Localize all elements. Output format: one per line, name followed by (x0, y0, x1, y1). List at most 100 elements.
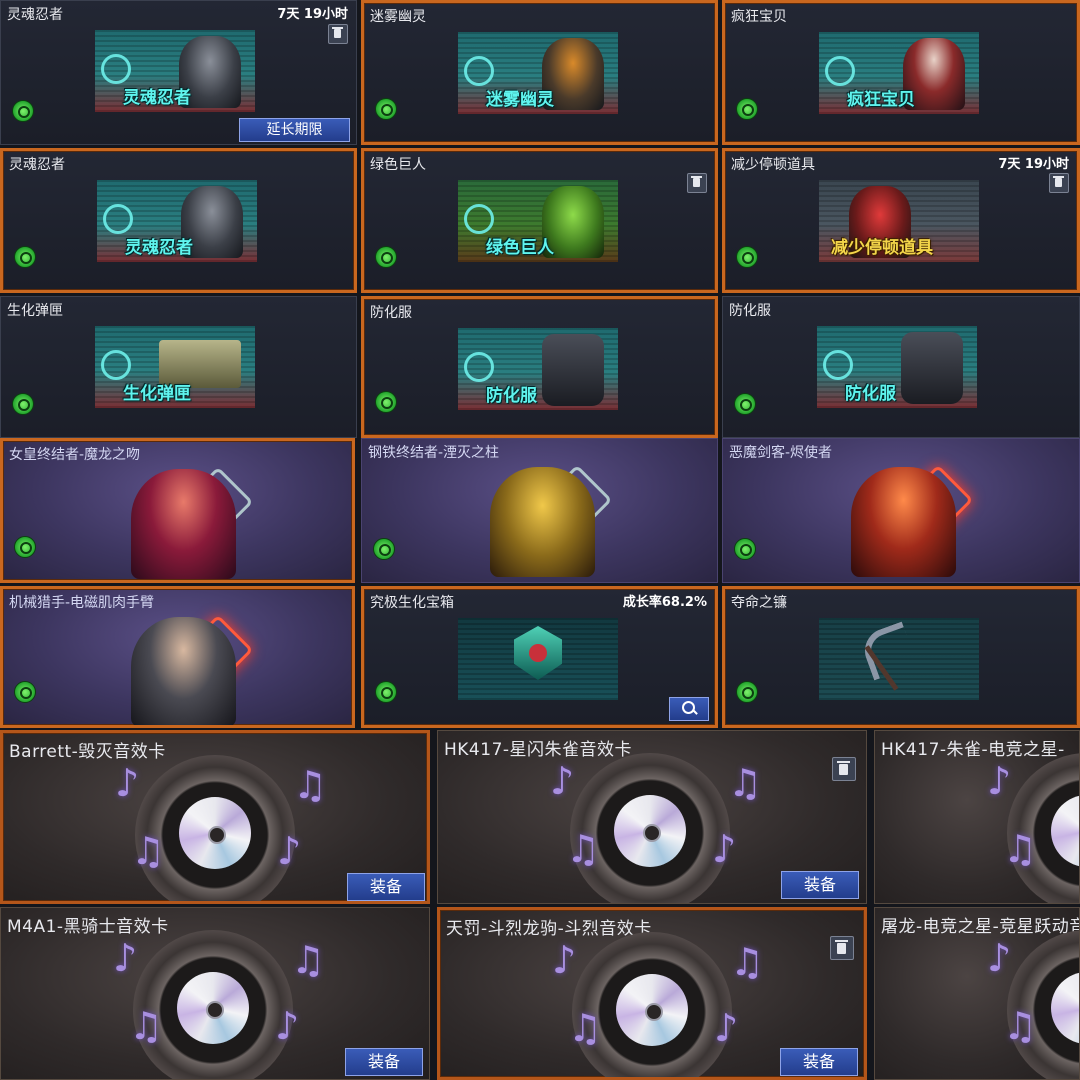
item-card[interactable]: 减少停顿道具 7天 19小时 减少停顿道具 (722, 148, 1080, 293)
equip-button[interactable]: 装备 (345, 1048, 423, 1076)
trash-icon[interactable] (1049, 173, 1069, 193)
equip-button[interactable]: 装备 (780, 1048, 858, 1076)
trash-icon[interactable] (687, 173, 707, 193)
item-title: 灵魂忍者 (7, 7, 63, 23)
item-banner: 防化服 (458, 328, 618, 410)
music-note-icon: ♪ (987, 936, 1012, 980)
cd-icon (616, 974, 688, 1046)
sound-card[interactable]: Barrett-毁灭音效卡 ♪ ♫ ♫ ♪ 装备 (0, 730, 430, 904)
biochem-badge-icon (734, 538, 756, 560)
armor-vest-image (901, 332, 963, 404)
music-note-icon: ♪ (987, 759, 1012, 803)
trash-icon[interactable] (328, 24, 348, 44)
hexagon-icon (464, 204, 494, 234)
biochem-badge-icon (12, 393, 34, 415)
character-image (131, 617, 236, 725)
music-note-icon: ♪ (115, 761, 140, 805)
banner-label: 灵魂忍者 (125, 238, 193, 258)
character-image (131, 469, 236, 579)
banner-label: 防化服 (845, 384, 896, 404)
hexagon-icon (823, 350, 853, 380)
item-banner: 迷雾幽灵 (458, 32, 618, 114)
cd-icon (614, 795, 686, 867)
item-banner: 疯狂宝贝 (819, 32, 979, 114)
expiry-timer: 7天 19小时 (998, 157, 1069, 172)
music-note-icon: ♫ (1003, 1004, 1038, 1048)
item-card[interactable]: 灵魂忍者 7天 19小时 灵魂忍者 延长期限 (0, 0, 357, 145)
equip-button[interactable]: 装备 (347, 873, 425, 901)
cd-icon (177, 972, 249, 1044)
item-banner: 绿色巨人 (458, 180, 618, 262)
item-card[interactable]: 绿色巨人 绿色巨人 (361, 148, 718, 293)
banner-label: 防化服 (486, 386, 537, 406)
item-card[interactable]: 迷雾幽灵 迷雾幽灵 (361, 0, 718, 145)
item-title: 究极生化宝箱 (370, 595, 454, 611)
sound-card[interactable]: M4A1-黑骑士音效卡 ♪ ♫ ♫ ♪ 装备 (0, 907, 430, 1080)
music-note-icon: ♪ (712, 827, 737, 871)
biochem-badge-icon (12, 100, 34, 122)
item-card[interactable]: 夺命之镰 (722, 586, 1080, 728)
biochem-badge-icon (375, 681, 397, 703)
item-title: 生化弹匣 (7, 303, 63, 319)
sound-card[interactable]: 屠龙-电竞之星-竞星跃动音 ♪ ♫ (874, 907, 1080, 1080)
item-banner: 减少停顿道具 (819, 180, 979, 262)
biochem-badge-icon (734, 393, 756, 415)
character-card[interactable]: 恶魔剑客-烬使者 (722, 438, 1080, 583)
magnifier-icon[interactable] (669, 697, 709, 721)
biochem-badge-icon (373, 538, 395, 560)
growth-rate-label: 成长率68.2% (622, 595, 707, 610)
item-title: 减少停顿道具 (731, 157, 815, 173)
sound-card-title: HK417-星闪朱雀音效卡 (444, 740, 633, 760)
character-card[interactable]: 女皇终结者-魔龙之吻 (0, 438, 355, 583)
item-title: 灵魂忍者 (9, 157, 65, 173)
sound-card[interactable]: HK417-星闪朱雀音效卡 ♪ ♫ ♫ ♪ 装备 (437, 730, 867, 904)
item-title: 恶魔剑客-烬使者 (729, 445, 833, 461)
music-note-icon: ♪ (275, 1004, 300, 1048)
scythe-banner (819, 618, 979, 700)
biochem-badge-icon (14, 536, 36, 558)
hexagon-icon (101, 350, 131, 380)
sound-card[interactable]: HK417-朱雀-电竞之星- ♪ ♫ (874, 730, 1080, 904)
music-note-icon: ♫ (568, 1006, 603, 1050)
item-card[interactable]: 生化弹匣 生化弹匣 (0, 296, 357, 438)
music-note-icon: ♫ (131, 829, 166, 873)
item-banner: 灵魂忍者 (95, 30, 255, 112)
hexagon-icon (464, 56, 494, 86)
item-banner: 防化服 (817, 326, 977, 408)
cd-icon (179, 797, 251, 869)
biochem-badge-icon (375, 391, 397, 413)
music-note-icon: ♪ (113, 936, 138, 980)
item-banner: 生化弹匣 (95, 326, 255, 408)
biochem-badge-icon (375, 246, 397, 268)
item-card[interactable]: 究极生化宝箱 成长率68.2% (361, 586, 718, 728)
heart-icon (529, 644, 547, 662)
music-note-icon: ♫ (728, 761, 763, 805)
item-card[interactable]: 灵魂忍者 灵魂忍者 (0, 148, 357, 293)
music-note-icon: ♫ (291, 938, 326, 982)
biochem-badge-icon (375, 98, 397, 120)
trash-icon[interactable] (830, 936, 854, 960)
item-card[interactable]: 疯狂宝贝 疯狂宝贝 (722, 0, 1080, 145)
item-card[interactable]: 防化服 防化服 (361, 296, 718, 438)
biochem-badge-icon (736, 246, 758, 268)
biochem-badge-icon (736, 681, 758, 703)
character-image (851, 467, 956, 577)
item-title: 女皇终结者-魔龙之吻 (9, 447, 141, 463)
sound-card[interactable]: 天罚-斗烈龙驹-斗烈音效卡 ♪ ♫ ♫ ♪ 装备 (437, 907, 867, 1080)
equip-button[interactable]: 装备 (781, 871, 859, 899)
character-card[interactable]: 机械猎手-电磁肌肉手臂 (0, 586, 355, 728)
extend-duration-button[interactable]: 延长期限 (239, 118, 350, 142)
sound-card-title: 天罚-斗烈龙驹-斗烈音效卡 (446, 919, 652, 939)
item-title: 夺命之镰 (731, 595, 787, 611)
item-title: 绿色巨人 (370, 157, 426, 173)
sound-card-title: Barrett-毁灭音效卡 (9, 742, 166, 762)
hexagon-icon (464, 352, 494, 382)
item-title: 疯狂宝贝 (731, 9, 787, 25)
sound-card-title: M4A1-黑骑士音效卡 (7, 917, 169, 937)
trash-icon[interactable] (832, 757, 856, 781)
biochem-badge-icon (736, 98, 758, 120)
item-card[interactable]: 防化服 防化服 (722, 296, 1080, 438)
expiry-timer: 7天 19小时 (277, 7, 348, 22)
character-card[interactable]: 钢铁终结者-湮灭之柱 (361, 438, 718, 583)
music-note-icon: ♪ (277, 829, 302, 873)
